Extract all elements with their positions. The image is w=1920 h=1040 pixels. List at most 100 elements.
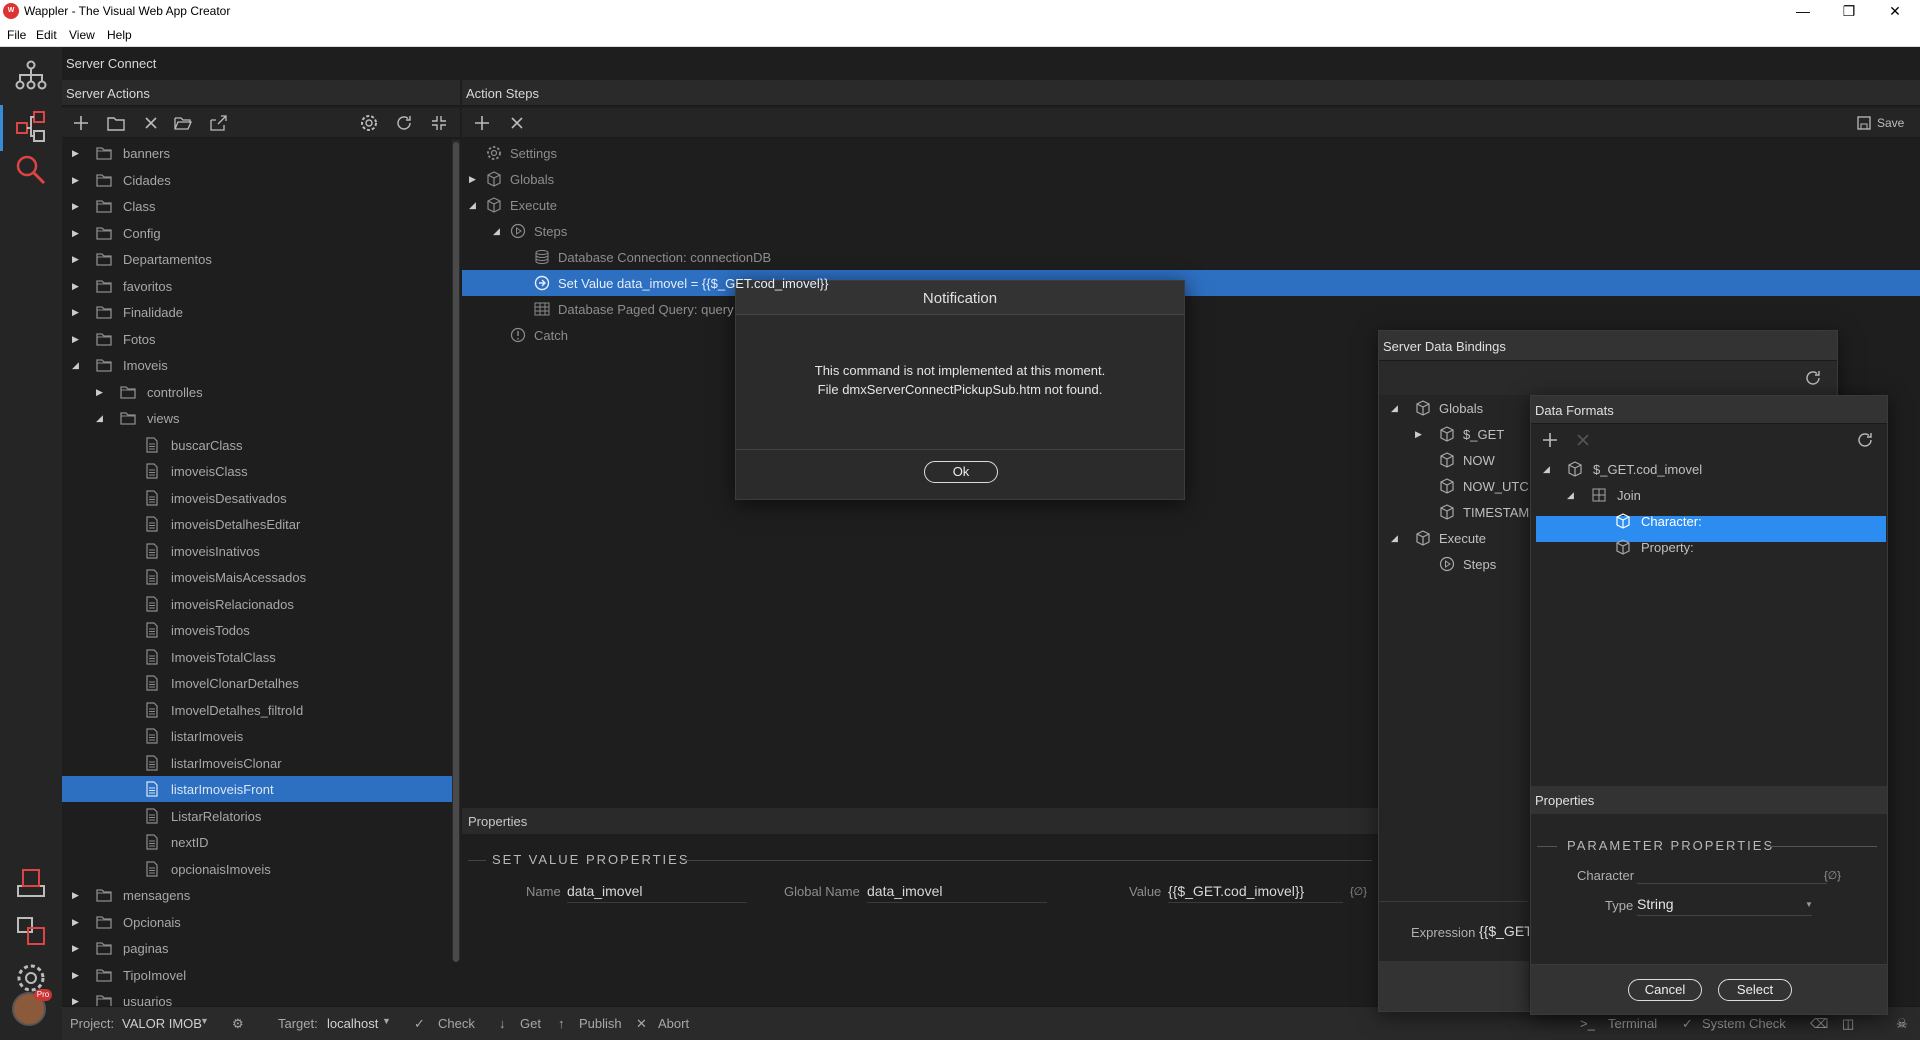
- remove-step-icon[interactable]: [508, 114, 526, 132]
- folder-row[interactable]: ▶ favoritos: [62, 273, 452, 299]
- export-icon[interactable]: [209, 114, 227, 132]
- collapse-arrow-icon[interactable]: ◢: [96, 413, 106, 423]
- add-format-icon[interactable]: [1541, 431, 1559, 449]
- binding-row[interactable]: TIMESTAMP: [1379, 499, 1529, 525]
- format-row[interactable]: ◢ $_GET.cod_imovel: [1531, 456, 1887, 482]
- add-icon[interactable]: [72, 114, 90, 132]
- system-check-icon[interactable]: ✓: [1682, 1016, 1693, 1032]
- folder-row[interactable]: ▶ TipoImovel: [62, 962, 452, 988]
- get-button[interactable]: Get: [520, 1016, 541, 1031]
- project-settings-icon[interactable]: ⚙: [232, 1016, 244, 1032]
- project-selector[interactable]: VALOR IMOB: [122, 1016, 202, 1031]
- refresh-formats-icon[interactable]: [1856, 431, 1874, 449]
- folder-row[interactable]: ▶ paginas: [62, 935, 452, 961]
- format-row[interactable]: ◢ Join: [1531, 482, 1887, 508]
- resource-manager-icon[interactable]: [10, 910, 52, 952]
- action-step-row[interactable]: Catch: [462, 322, 1920, 348]
- collapse-arrow-icon[interactable]: ◢: [1567, 490, 1577, 500]
- expand-arrow-icon[interactable]: ▶: [72, 148, 82, 158]
- action-step-row[interactable]: ▶ Globals: [462, 166, 1920, 192]
- name-input[interactable]: data_imovel: [567, 883, 747, 903]
- file-row[interactable]: imoveisRelacionados: [62, 591, 452, 617]
- file-row[interactable]: ImovelDetalhes_filtroId: [62, 697, 452, 723]
- expand-arrow-icon[interactable]: ▶: [469, 174, 479, 184]
- folder-row[interactable]: ▶ Fotos: [62, 326, 452, 352]
- expand-arrow-icon[interactable]: ▶: [72, 970, 82, 980]
- expand-arrow-icon[interactable]: ▶: [72, 254, 82, 264]
- server-connect-icon[interactable]: [10, 105, 52, 147]
- menu-edit[interactable]: Edit: [36, 28, 57, 42]
- ok-button[interactable]: Ok: [924, 461, 998, 483]
- file-row[interactable]: imoveisInativos: [62, 538, 452, 564]
- check-button[interactable]: Check: [438, 1016, 475, 1031]
- file-row[interactable]: opcionaisImoveis: [62, 856, 452, 882]
- collapse-arrow-icon[interactable]: ◢: [1391, 403, 1401, 413]
- binding-row[interactable]: NOW: [1379, 447, 1529, 473]
- folder-row[interactable]: ▶ Config: [62, 220, 452, 246]
- type-select[interactable]: String: [1637, 896, 1812, 916]
- terminal-button[interactable]: Terminal: [1608, 1016, 1657, 1031]
- collapse-arrow-icon[interactable]: ◢: [1543, 464, 1553, 474]
- collapse-all-icon[interactable]: [430, 114, 448, 132]
- refresh-icon[interactable]: [395, 114, 413, 132]
- check-icon[interactable]: ✓: [414, 1016, 425, 1032]
- character-input[interactable]: [1637, 866, 1827, 884]
- terminal-icon[interactable]: >_: [1580, 1016, 1595, 1031]
- folder-row[interactable]: ▶ Class: [62, 193, 452, 219]
- action-step-row[interactable]: Set Value data_imovel = {{$_GET.cod_imov…: [462, 270, 1920, 296]
- publish-button[interactable]: Publish: [579, 1016, 622, 1031]
- expand-arrow-icon[interactable]: ▶: [96, 387, 106, 397]
- binding-row[interactable]: ◢ Globals: [1379, 395, 1529, 421]
- add-step-icon[interactable]: [473, 114, 491, 132]
- save-button[interactable]: Save: [1857, 114, 1917, 132]
- expand-arrow-icon[interactable]: ▶: [72, 996, 82, 1006]
- expand-arrow-icon[interactable]: ▶: [72, 890, 82, 900]
- file-row[interactable]: imoveisDesativados: [62, 485, 452, 511]
- action-step-row[interactable]: ◢ Steps: [462, 218, 1920, 244]
- tree-scrollbar[interactable]: [452, 140, 460, 962]
- target-selector[interactable]: localhost: [327, 1016, 378, 1031]
- folder-row[interactable]: ▶ Opcionais: [62, 909, 452, 935]
- delete-icon[interactable]: [142, 114, 160, 132]
- file-row[interactable]: imoveisMaisAcessados: [62, 564, 452, 590]
- action-step-row[interactable]: Database Paged Query: query: [462, 296, 1920, 322]
- expand-arrow-icon[interactable]: ▶: [72, 228, 82, 238]
- system-check-button[interactable]: System Check: [1702, 1016, 1786, 1031]
- file-row[interactable]: imoveisDetalhesEditar: [62, 511, 452, 537]
- format-row[interactable]: Property:: [1531, 534, 1887, 560]
- close-button[interactable]: ✕: [1872, 0, 1918, 22]
- format-row[interactable]: Character:: [1531, 508, 1887, 534]
- folder-row[interactable]: ▶ Departamentos: [62, 246, 452, 272]
- folder-row[interactable]: ◢ views: [62, 405, 452, 431]
- binding-row[interactable]: NOW_UTC: [1379, 473, 1529, 499]
- type-dropdown-icon[interactable]: ▼: [1805, 900, 1813, 909]
- layout-icon[interactable]: ◫: [1842, 1016, 1854, 1032]
- folder-row[interactable]: ◢ Imoveis: [62, 352, 452, 378]
- eraser-icon[interactable]: ⌫: [1810, 1016, 1828, 1032]
- abort-button[interactable]: Abort: [658, 1016, 689, 1031]
- expand-arrow-icon[interactable]: ▶: [1415, 429, 1425, 439]
- action-step-row[interactable]: Settings: [462, 140, 1920, 166]
- new-folder-icon[interactable]: [107, 114, 125, 132]
- collapse-arrow-icon[interactable]: ◢: [72, 360, 82, 370]
- collapse-arrow-icon[interactable]: ◢: [469, 200, 479, 210]
- folder-row[interactable]: ▶ banners: [62, 140, 452, 166]
- file-row[interactable]: imoveisTodos: [62, 617, 452, 643]
- expand-arrow-icon[interactable]: ▶: [72, 175, 82, 185]
- project-dropdown-icon[interactable]: ▼: [200, 1016, 209, 1026]
- character-binding-icon[interactable]: {∅}: [1824, 869, 1841, 882]
- target-dropdown-icon[interactable]: ▼: [382, 1016, 391, 1026]
- settings-icon[interactable]: [360, 114, 378, 132]
- menu-view[interactable]: View: [69, 28, 95, 42]
- file-row[interactable]: ImovelClonarDetalhes: [62, 670, 452, 696]
- folder-row[interactable]: ▶ Finalidade: [62, 299, 452, 325]
- folder-row[interactable]: ▶ Cidades: [62, 167, 452, 193]
- refresh-bindings-icon[interactable]: [1804, 369, 1822, 387]
- file-row[interactable]: ListarRelatorios: [62, 803, 452, 829]
- select-button[interactable]: Select: [1718, 979, 1792, 1001]
- binding-row[interactable]: ◢ Execute: [1379, 525, 1529, 551]
- expand-arrow-icon[interactable]: ▶: [72, 917, 82, 927]
- expand-arrow-icon[interactable]: ▶: [72, 201, 82, 211]
- remove-format-icon[interactable]: [1574, 431, 1592, 449]
- expand-arrow-icon[interactable]: ▶: [72, 281, 82, 291]
